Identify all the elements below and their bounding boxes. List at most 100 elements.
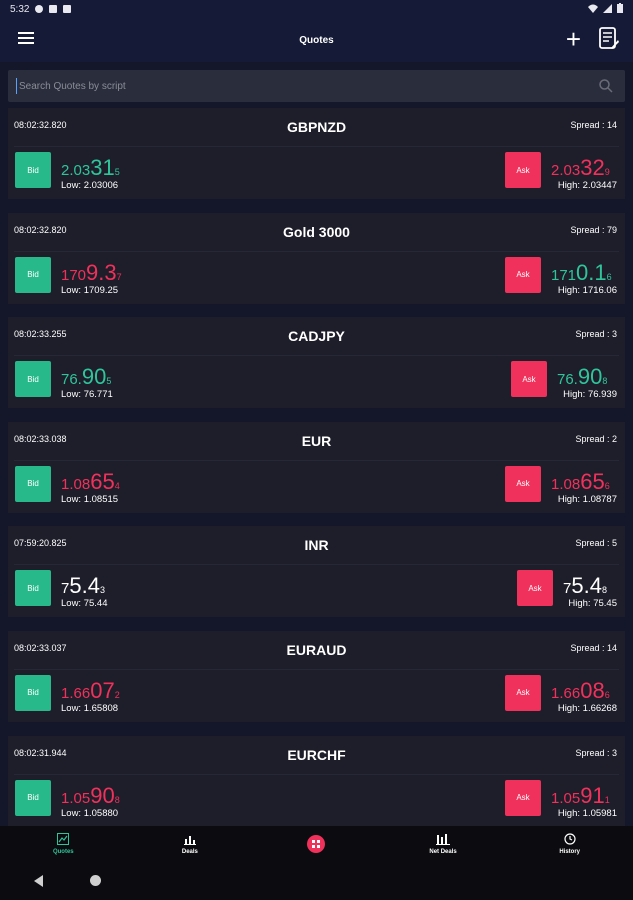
deals-icon [183,833,196,847]
quote-spread: Spread : 2 [575,433,617,444]
ask-price: 1.66086 [551,677,610,703]
quote-card[interactable]: 08:02:33.255 CADJPY Spread : 3 Bid 76.90… [8,317,625,409]
ask-price: 1.08656 [551,468,610,494]
nav-label: Deals [181,849,198,855]
notes-icon[interactable] [599,27,619,56]
quote-spread: Spread : 3 [575,329,617,340]
ask-price: 1.05911 [551,782,610,808]
battery-icon [617,3,623,13]
nav-label: History [559,849,580,855]
wifi-icon [588,4,598,13]
ask-button[interactable]: Ask [505,152,541,188]
search-box [8,70,625,102]
nav-item-center[interactable] [253,826,380,862]
nav-item-history[interactable]: History [506,826,633,862]
add-icon[interactable]: + [566,26,581,52]
bid-button[interactable]: Bid [15,152,51,188]
divider [14,564,619,566]
page-title: Quotes [299,35,334,46]
search-icon[interactable] [599,79,613,93]
bid-price: 1.05908 [61,782,120,808]
low-value: Low: 1709.25 [61,284,119,296]
status-time: 5:32 [10,3,30,15]
bid-button[interactable]: Bid [15,779,51,816]
ask-price: 1710.16 [551,259,612,285]
sd-card-icon [63,5,72,13]
quote-spread: Spread : 14 [570,642,617,653]
low-value: Low: 1.05880 [61,807,119,819]
quote-symbol: Gold 3000 [283,223,350,240]
ask-button[interactable]: Ask [511,361,547,398]
bid-price: 1.08654 [61,468,120,494]
high-value: High: 1.66268 [557,702,617,714]
settings-icon [35,5,44,13]
ask-button[interactable]: Ask [505,256,541,293]
back-icon[interactable] [34,875,43,887]
high-value: High: 75.45 [568,598,617,610]
quote-symbol: EURAUD [286,641,347,658]
low-value: Low: 2.03006 [61,180,119,191]
quote-symbol: EURCHF [287,746,346,763]
net-deals-icon [436,833,451,847]
ask-button[interactable]: Ask [505,674,541,711]
divider [14,146,619,147]
high-value: High: 76.939 [563,389,617,401]
quote-spread: Spread : 5 [575,538,617,549]
notification-icon [49,5,58,13]
divider [14,355,619,357]
bid-button[interactable]: Bid [15,256,51,293]
quote-card[interactable]: 07:59:20.825 INR Spread : 5 Bid 75.43 Lo… [8,526,625,618]
quote-card[interactable]: 08:02:33.037 EURAUD Spread : 14 Bid 1.66… [8,630,625,722]
bid-price: 1709.37 [61,259,122,285]
high-value: High: 1716.06 [557,284,617,296]
quote-symbol: EUR [301,432,332,449]
quote-symbol: CADJPY [288,328,345,345]
quote-list: 08:02:32.820 GBPNZD Spread : 14 Bid 2.03… [0,108,633,827]
high-value: High: 1.05981 [557,807,617,819]
low-value: Low: 1.08515 [61,493,119,505]
ask-price: 2.03329 [551,155,610,180]
high-value: High: 2.03447 [557,180,617,191]
nav-label: Net Deals [429,849,457,855]
bid-price: 76.905 [61,364,112,390]
bid-button[interactable]: Bid [15,361,51,398]
nav-item-net-deals[interactable]: Net Deals [380,826,507,862]
bid-price: 75.43 [61,573,105,599]
bid-button[interactable]: Bid [15,465,51,502]
center-fab-icon[interactable] [307,835,326,853]
divider [14,668,619,670]
bottom-nav: Quotes Deals Net Deals History [0,826,633,862]
ask-price: 75.48 [563,573,607,599]
search-input[interactable] [16,78,581,94]
nav-label: Quotes [52,849,74,855]
bid-button[interactable]: Bid [15,674,51,711]
ask-button[interactable]: Ask [505,779,541,816]
nav-item-deals[interactable]: Deals [127,826,254,862]
quote-spread: Spread : 3 [575,747,617,758]
low-value: Low: 1.65808 [61,702,119,714]
quote-spread: Spread : 14 [570,120,617,130]
home-icon[interactable] [90,875,101,886]
signal-icon [603,3,612,13]
quote-card[interactable]: 08:02:33.038 EUR Spread : 2 Bid 1.08654 … [8,421,625,513]
bid-price: 2.03315 [61,155,120,180]
low-value: Low: 76.771 [61,389,113,401]
divider [14,250,619,252]
quote-spread: Spread : 79 [570,224,617,235]
quote-card[interactable]: 08:02:32.820 GBPNZD Spread : 14 Bid 2.03… [8,108,625,199]
quote-card[interactable]: 08:02:31.944 EURCHF Spread : 3 Bid 1.059… [8,735,625,827]
nav-item-quotes[interactable]: Quotes [0,826,127,862]
status-bar: 5:32 [0,0,633,18]
system-nav-bar [0,862,633,900]
app-bar: Quotes + [0,18,633,62]
divider [14,773,619,775]
ask-button[interactable]: Ask [517,570,553,607]
divider [14,459,619,461]
ask-button[interactable]: Ask [505,465,541,502]
ask-price: 76.908 [557,364,608,390]
bid-price: 1.66072 [61,677,120,703]
chart-icon [57,833,70,847]
search-bar [0,62,633,108]
bid-button[interactable]: Bid [15,570,51,607]
quote-card[interactable]: 08:02:32.820 Gold 3000 Spread : 79 Bid 1… [8,212,625,304]
